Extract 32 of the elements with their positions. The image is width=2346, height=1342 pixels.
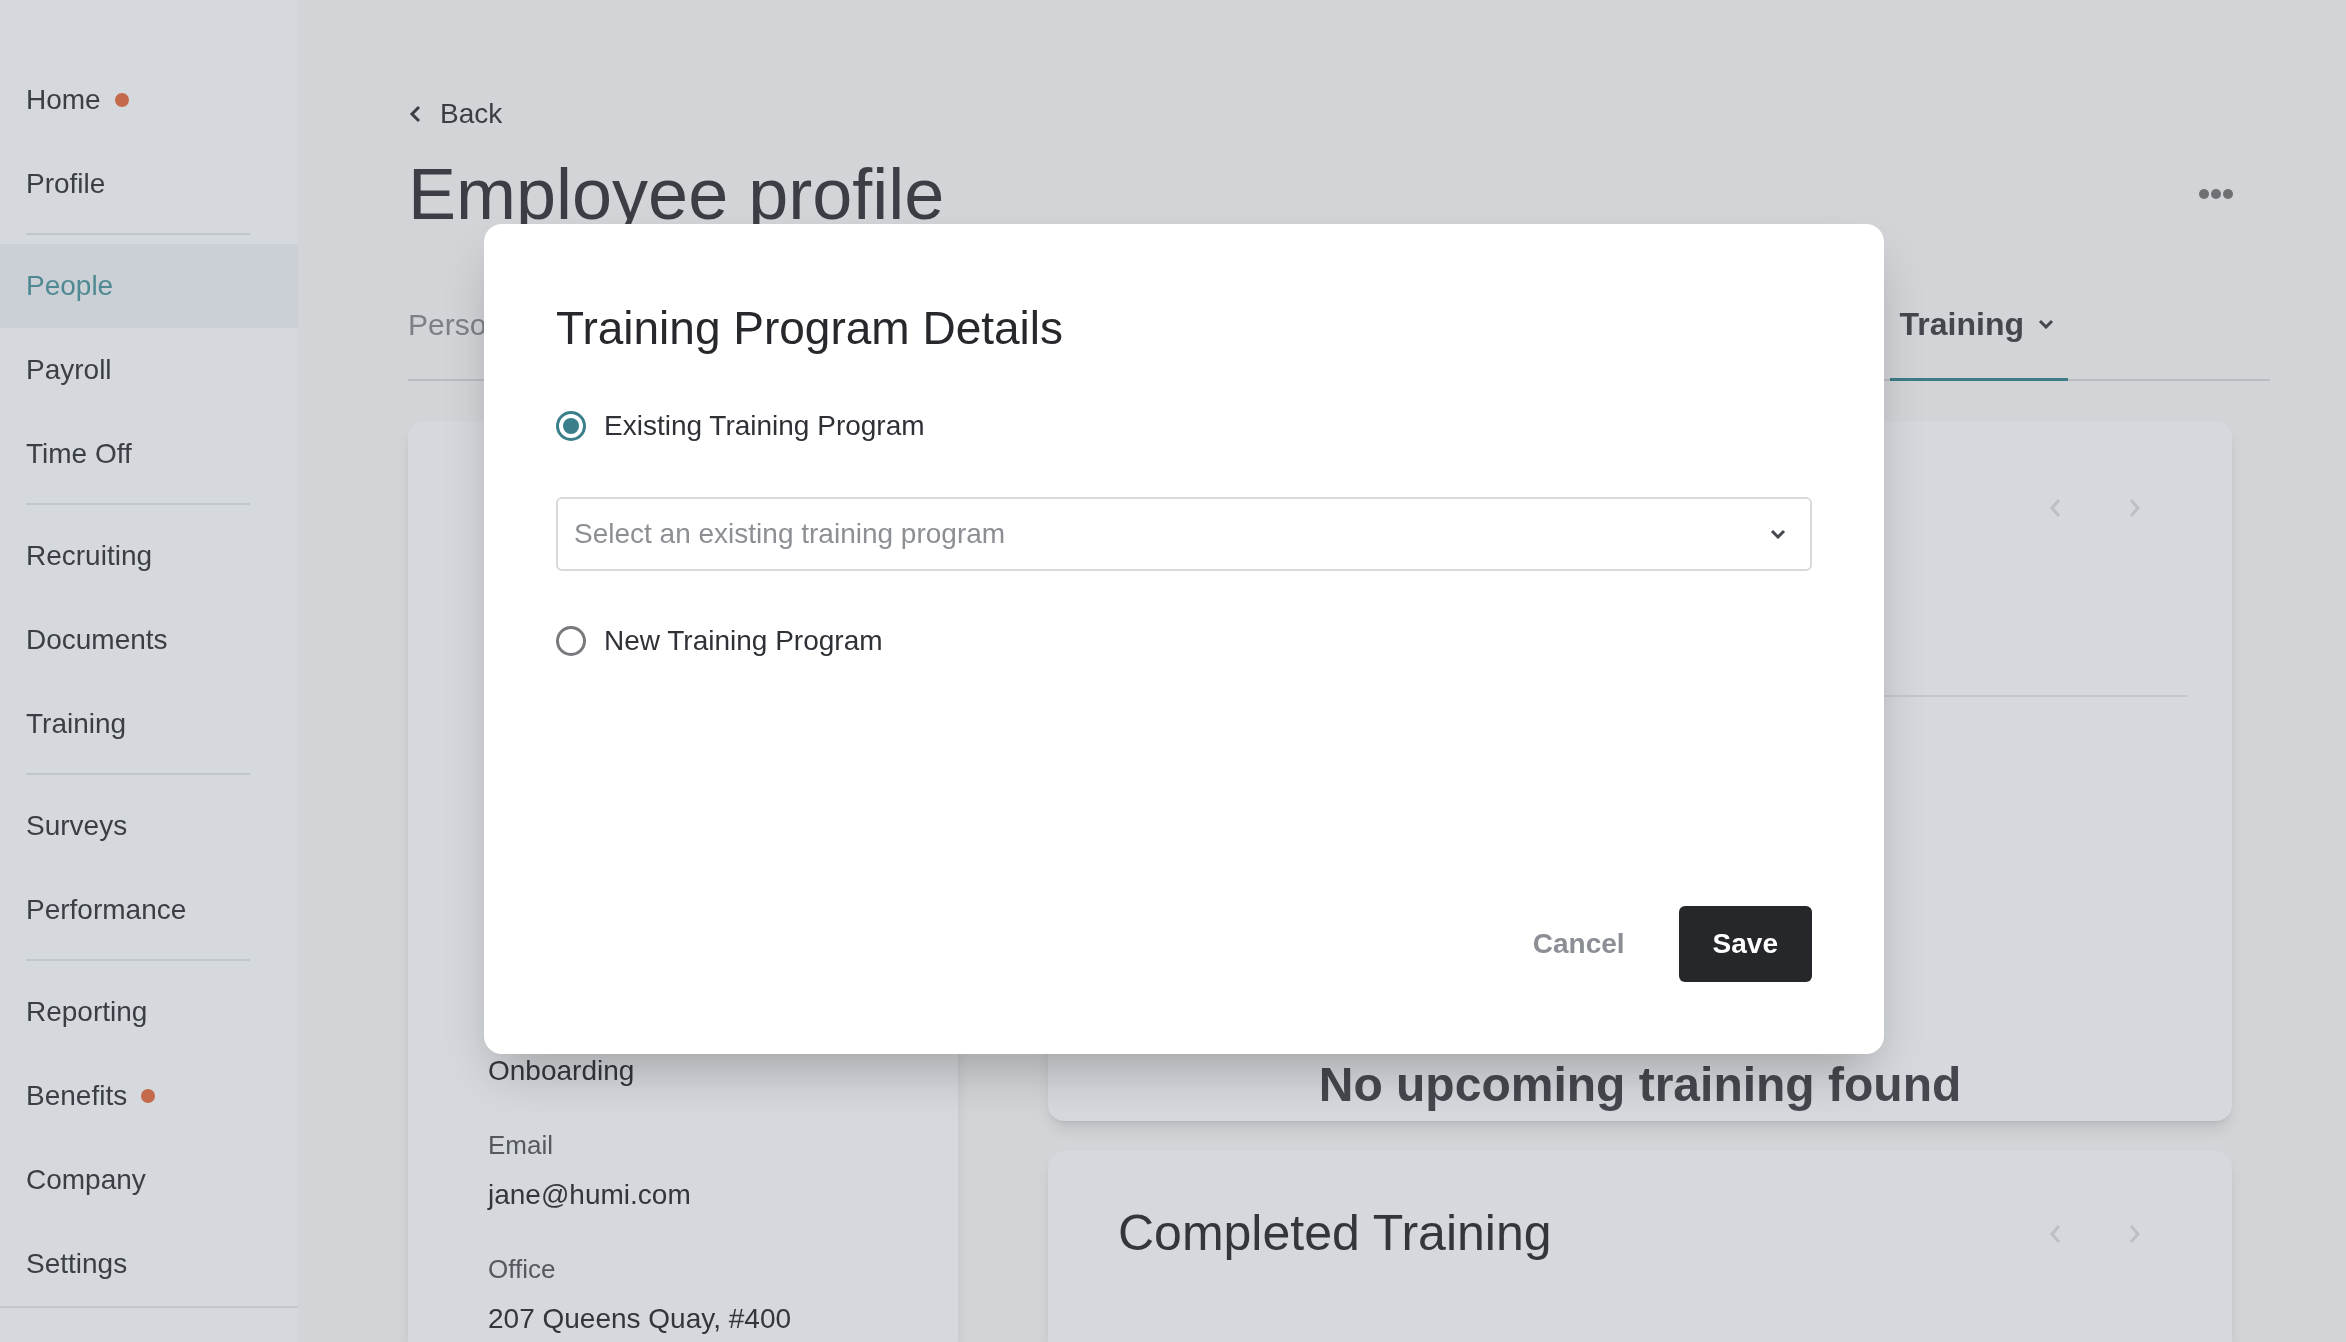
dialog-title: Training Program Details <box>556 301 1065 356</box>
back-link[interactable]: Back <box>440 93 503 135</box>
sidebar-item[interactable]: Surveys <box>0 784 298 868</box>
sidebar-item[interactable]: Time Off <box>0 412 298 496</box>
field-value: 207 Queens Quay, #400 <box>488 1302 793 1336</box>
field-value: jane@humi.com <box>488 1178 692 1212</box>
sidebar-item[interactable]: Payroll <box>0 328 298 412</box>
save-button[interactable]: Save <box>1678 906 1812 982</box>
chevron-down-icon <box>1770 529 1786 539</box>
sidebar-item[interactable]: Company <box>0 1138 298 1222</box>
sidebar-item[interactable]: Home <box>0 58 298 142</box>
radio-option[interactable]: New Training Program <box>556 621 1812 661</box>
radio-option[interactable]: Existing Training Program <box>556 406 1812 446</box>
page-title: Employee profile <box>408 154 945 234</box>
field-value: Onboarding <box>488 1054 636 1088</box>
sidebar-item[interactable]: Training <box>0 682 298 766</box>
field-label: Office <box>488 1253 557 1286</box>
radio-button[interactable] <box>556 411 586 441</box>
sidebar-item[interactable]: Settings <box>0 1222 298 1306</box>
sidebar-item[interactable]: Reporting <box>0 970 298 1054</box>
field-label: Email <box>488 1129 554 1162</box>
more-icon[interactable] <box>2198 188 2234 200</box>
sidebar-item[interactable]: Benefits <box>0 1054 298 1138</box>
sidebar-item[interactable]: Performance <box>0 868 298 952</box>
sidebar-item[interactable]: Profile <box>0 142 298 226</box>
tab[interactable]: Training <box>1889 300 2068 381</box>
sidebar-item[interactable]: Recruiting <box>0 514 298 598</box>
card-title: Completed Training <box>1118 1204 1552 1263</box>
empty-message: No upcoming training found <box>1317 1057 1963 1113</box>
back-chevron-icon[interactable] <box>408 104 422 124</box>
sidebar-item[interactable]: Documents <box>0 598 298 682</box>
radio-button[interactable] <box>556 626 586 656</box>
